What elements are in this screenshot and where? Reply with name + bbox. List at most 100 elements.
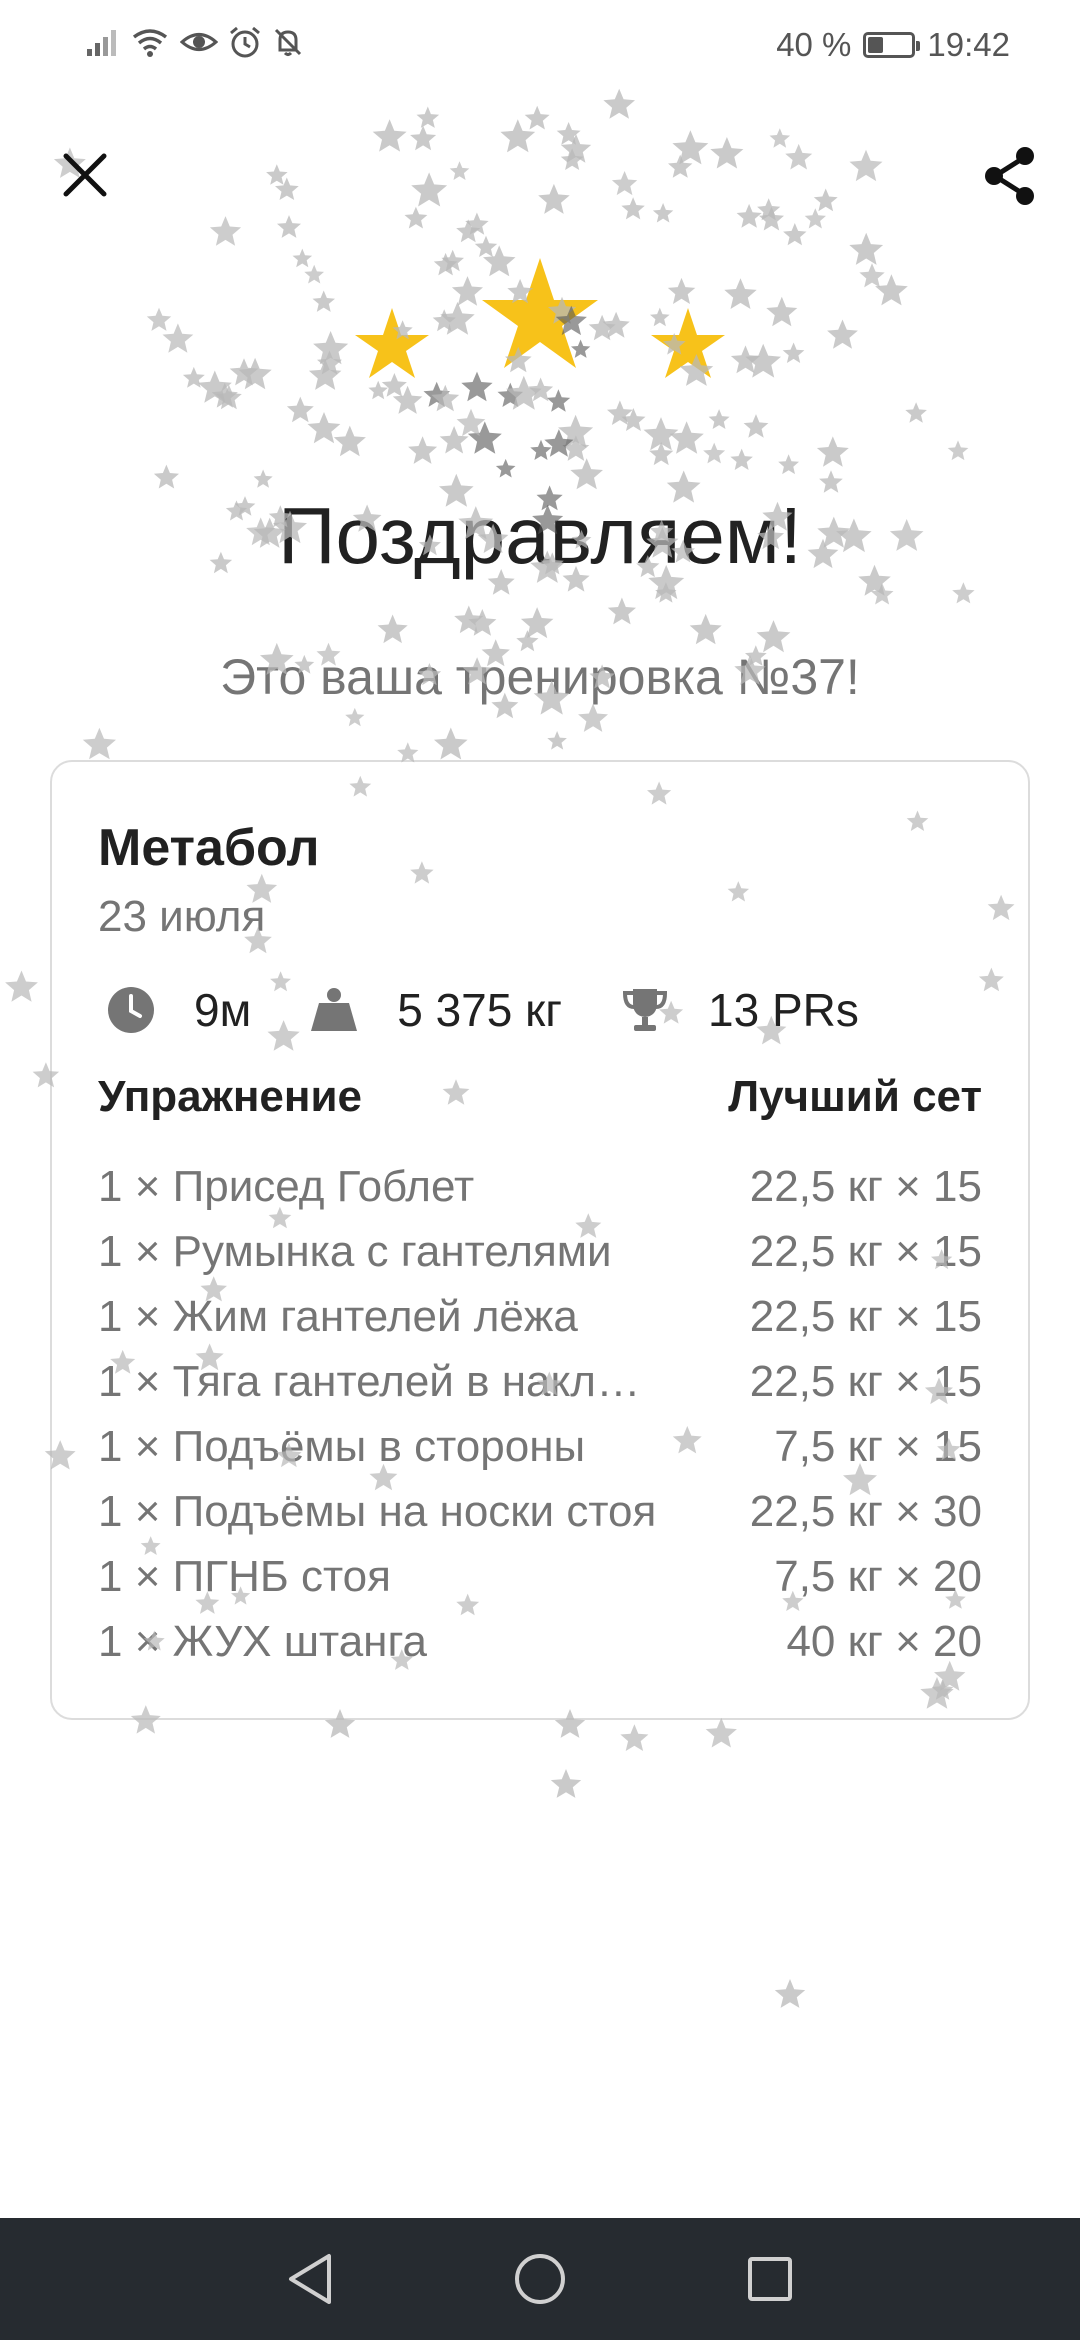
best-set: 22,5 кг × 15 bbox=[749, 1226, 982, 1276]
workout-summary-card[interactable]: Метабол 23 июля 9м 5 375 кг 13 PRs Упраж… bbox=[50, 760, 1030, 1720]
share-icon bbox=[985, 147, 1034, 205]
notifications-off-icon bbox=[274, 28, 302, 56]
confetti-star-icon bbox=[238, 357, 272, 390]
confetti-star-icon bbox=[312, 290, 335, 312]
exercise-list: 1 × Присед Гоблет 22,5 кг × 15 1 × Румын… bbox=[98, 1154, 982, 1674]
confetti-star-icon bbox=[229, 358, 259, 386]
confetti-star-icon bbox=[495, 458, 516, 478]
share-button[interactable] bbox=[972, 138, 1048, 214]
rating-stars bbox=[355, 258, 725, 378]
confetti-star-icon bbox=[804, 208, 826, 229]
confetti-star-icon bbox=[757, 198, 781, 221]
exercise-name: 1 × Жим гантелей лёжа bbox=[98, 1291, 578, 1341]
clock-icon bbox=[108, 987, 154, 1033]
close-icon bbox=[63, 153, 107, 197]
exercise-table-header: Упражнение Лучший сет bbox=[98, 1072, 982, 1122]
confetti-star-icon bbox=[783, 223, 807, 246]
confetti-star-icon bbox=[317, 350, 342, 375]
close-button[interactable] bbox=[50, 140, 120, 210]
star-icon bbox=[482, 258, 598, 368]
exercise-row: 1 × ПГНБ стоя 7,5 кг × 20 bbox=[98, 1544, 982, 1609]
best-set: 22,5 кг × 30 bbox=[749, 1486, 982, 1536]
back-button[interactable] bbox=[275, 2244, 345, 2314]
confetti-star-icon bbox=[286, 396, 314, 423]
confetti-star-icon bbox=[689, 613, 722, 645]
exercise-name: 1 × Присед Гоблет bbox=[98, 1161, 475, 1211]
confetti-star-icon bbox=[500, 119, 536, 153]
workout-date: 23 июля bbox=[98, 892, 266, 941]
confetti-star-icon bbox=[560, 148, 584, 170]
confetti-star-icon bbox=[668, 154, 693, 178]
home-button[interactable] bbox=[505, 2244, 575, 2314]
confetti-star-icon bbox=[947, 440, 969, 461]
confetti-star-icon bbox=[520, 607, 554, 639]
recents-button[interactable] bbox=[735, 2244, 805, 2314]
volume-stat: 5 375 кг bbox=[309, 983, 562, 1037]
exercise-column-header: Упражнение bbox=[98, 1072, 362, 1121]
confetti-star-icon bbox=[454, 605, 484, 634]
confetti-star-icon bbox=[410, 125, 437, 151]
confetti-star-icon bbox=[785, 143, 813, 170]
confetti-star-icon bbox=[266, 164, 288, 185]
star-icon bbox=[355, 308, 429, 378]
confetti-star-icon bbox=[408, 436, 438, 464]
confetti-star-icon bbox=[449, 161, 470, 180]
volume-value: 5 375 кг bbox=[397, 984, 563, 1036]
confetti-star-icon bbox=[703, 442, 726, 464]
exercise-name: 1 × Подъёмы на носки стоя bbox=[98, 1486, 657, 1536]
confetti-star-icon bbox=[905, 402, 927, 423]
workout-name: Метабол bbox=[98, 819, 320, 877]
confetti-star-icon bbox=[816, 436, 849, 467]
eye-icon bbox=[180, 33, 218, 51]
best-set: 22,5 кг × 15 bbox=[749, 1291, 982, 1341]
confetti-star-icon bbox=[952, 582, 975, 604]
confetti-star-icon bbox=[416, 106, 440, 128]
confetti-star-icon bbox=[372, 119, 407, 152]
workout-number-subtitle: Это ваша тренировка №37! bbox=[220, 649, 860, 705]
confetti-star-icon bbox=[708, 409, 730, 429]
home-icon bbox=[515, 2254, 565, 2304]
confetti-star-icon bbox=[669, 421, 704, 454]
confetti-star-icon bbox=[778, 454, 799, 475]
confetti-star-icon bbox=[182, 366, 205, 388]
confetti-star-icon bbox=[621, 408, 646, 431]
confetti-star-icon bbox=[649, 441, 674, 466]
confetti-star-icon bbox=[870, 582, 894, 605]
confetti-star-icon bbox=[468, 609, 497, 636]
confetti-star-icon bbox=[710, 137, 744, 169]
star-icon bbox=[651, 308, 725, 378]
confetti-star-icon bbox=[5, 970, 38, 1002]
confetti-star-icon bbox=[524, 105, 550, 130]
confetti-star-icon bbox=[570, 458, 603, 490]
confetti-star-icon bbox=[550, 1769, 582, 1798]
back-icon bbox=[289, 2254, 331, 2304]
prs-stat: 13 PRs bbox=[620, 983, 859, 1037]
exercise-row: 1 × ЖУХ штанга 40 кг × 20 bbox=[98, 1609, 982, 1674]
confetti-star-icon bbox=[547, 731, 567, 750]
confetti-star-icon bbox=[308, 359, 342, 390]
confetti-star-icon bbox=[467, 421, 502, 454]
confetti-star-icon bbox=[404, 206, 428, 229]
confetti-star-icon bbox=[621, 197, 645, 220]
confetti-star-icon bbox=[578, 703, 608, 732]
confetti-star-icon bbox=[558, 414, 594, 448]
confetti-star-icon bbox=[197, 370, 232, 403]
exercise-row: 1 × Жим гантелей лёжа 22,5 кг × 15 bbox=[98, 1284, 982, 1349]
signal-icon bbox=[87, 30, 116, 56]
weight-icon bbox=[311, 988, 358, 1031]
exercise-name: 1 × ПГНБ стоя bbox=[98, 1551, 391, 1601]
confetti-star-icon bbox=[620, 1724, 649, 1751]
confetti-star-icon bbox=[439, 426, 469, 454]
confetti-star-icon bbox=[253, 469, 273, 488]
best-set: 7,5 кг × 20 bbox=[774, 1551, 982, 1601]
duration-stat: 9м bbox=[106, 983, 251, 1037]
confetti-star-icon bbox=[82, 727, 116, 760]
status-bar: 40 % 19:42 bbox=[0, 0, 1080, 90]
battery-icon bbox=[863, 32, 921, 58]
exercise-row: 1 × Подъёмы в стороны 7,5 кг × 15 bbox=[98, 1414, 982, 1479]
battery-fill bbox=[868, 37, 883, 53]
confetti-star-icon bbox=[672, 130, 709, 165]
exercise-row: 1 × Румынка с гантелями 22,5 кг × 15 bbox=[98, 1219, 982, 1284]
confetti-star-icon bbox=[827, 319, 858, 349]
confetti-star-icon bbox=[538, 183, 570, 214]
